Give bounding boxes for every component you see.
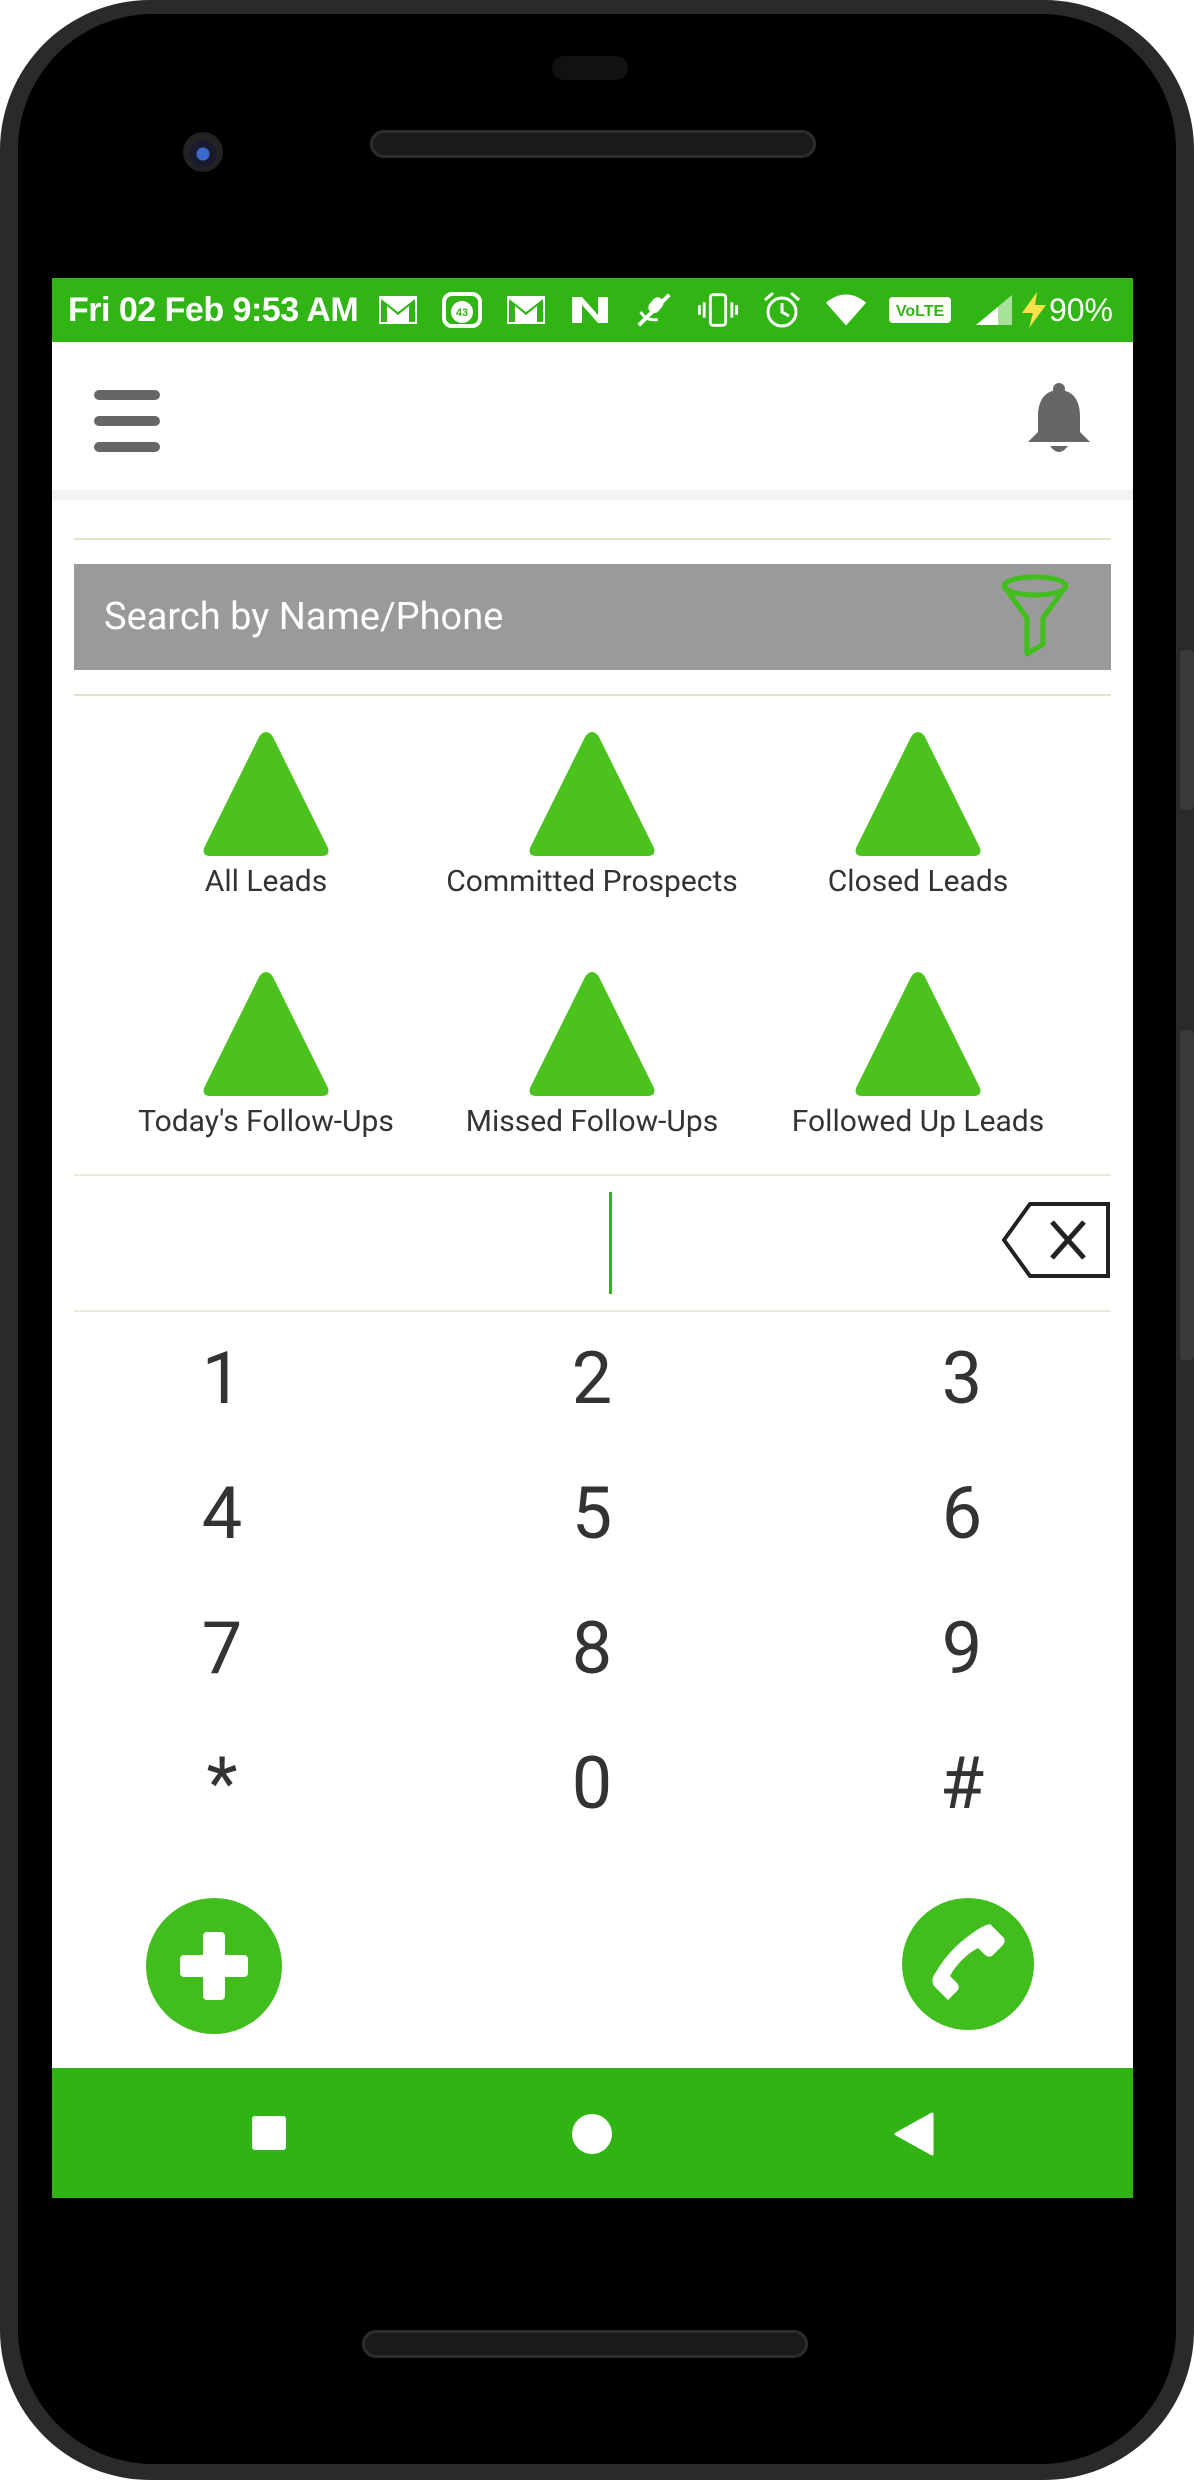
key-8[interactable]: 8 bbox=[482, 1588, 702, 1708]
battery-percent: 90% bbox=[1048, 291, 1113, 328]
phone-call-icon bbox=[932, 1924, 1006, 2000]
triangle-icon bbox=[529, 732, 655, 856]
triangle-icon bbox=[855, 972, 981, 1096]
badge-app-icon: 43 bbox=[441, 292, 483, 328]
dial-input-cursor[interactable] bbox=[609, 1192, 612, 1294]
sensor-slot bbox=[552, 56, 628, 80]
gmail-icon bbox=[377, 293, 419, 327]
wifi-icon bbox=[825, 293, 867, 327]
triangle-icon bbox=[203, 732, 329, 856]
app-bar-shadow bbox=[52, 490, 1133, 500]
key-5[interactable]: 5 bbox=[482, 1453, 702, 1573]
hamburger-menu-icon[interactable] bbox=[94, 390, 160, 452]
badge-count: 43 bbox=[456, 307, 468, 319]
back-triangle-icon[interactable] bbox=[894, 2112, 934, 2160]
category-label: Missed Follow-Ups bbox=[465, 1104, 719, 1139]
backspace-icon[interactable] bbox=[1000, 1200, 1112, 1280]
key-hash[interactable]: # bbox=[852, 1723, 1072, 1843]
category-label: All Leads bbox=[204, 864, 328, 899]
n-app-icon bbox=[569, 293, 611, 327]
phone-frame: Fri 02 Feb 9:53 AM 43 VoLTE 90% Search b… bbox=[0, 0, 1194, 2480]
search-bar bbox=[74, 564, 1111, 670]
plus-icon bbox=[180, 1932, 248, 2000]
category-label: Followed Up Leads bbox=[791, 1104, 1045, 1139]
key-star[interactable]: * bbox=[112, 1723, 332, 1843]
recents-square-icon[interactable] bbox=[250, 2114, 288, 2156]
category-closed-leads[interactable]: Closed Leads bbox=[748, 728, 1088, 899]
app-bar bbox=[52, 342, 1133, 490]
charging-icon bbox=[1021, 292, 1046, 328]
gmail-icon bbox=[505, 293, 547, 327]
category-followed-up-leads[interactable]: Followed Up Leads bbox=[748, 968, 1088, 1139]
category-committed-prospects[interactable]: Committed Prospects bbox=[422, 728, 762, 899]
divider bbox=[74, 1310, 1111, 1312]
triangle-icon bbox=[855, 732, 981, 856]
vibrate-icon bbox=[697, 293, 739, 327]
funnel-filter-icon[interactable] bbox=[1001, 574, 1069, 660]
key-3[interactable]: 3 bbox=[852, 1318, 1072, 1438]
key-9[interactable]: 9 bbox=[852, 1588, 1072, 1708]
volume-button bbox=[1180, 650, 1194, 810]
search-input[interactable] bbox=[102, 594, 986, 640]
status-icons: 43 VoLTE bbox=[377, 278, 1015, 342]
power-button bbox=[1180, 1030, 1194, 1360]
status-time: Fri 02 Feb 9:53 AM bbox=[68, 290, 359, 329]
status-bar: Fri 02 Feb 9:53 AM 43 VoLTE 90% bbox=[52, 278, 1133, 342]
bottom-speaker bbox=[362, 2330, 808, 2358]
key-6[interactable]: 6 bbox=[852, 1453, 1072, 1573]
add-lead-button[interactable] bbox=[146, 1898, 282, 2034]
top-speaker bbox=[370, 130, 816, 158]
battery-indicator: 90% bbox=[1019, 278, 1113, 342]
divider bbox=[74, 538, 1111, 540]
divider bbox=[74, 694, 1111, 696]
screen: Fri 02 Feb 9:53 AM 43 VoLTE 90% Search b… bbox=[52, 278, 1133, 2198]
system-nav-bar bbox=[52, 2068, 1133, 2198]
category-label: Closed Leads bbox=[827, 864, 1009, 899]
category-todays-follow-ups[interactable]: Today's Follow-Ups bbox=[96, 968, 436, 1139]
volte-icon: VoLTE bbox=[889, 293, 951, 327]
triangle-icon bbox=[203, 972, 329, 1096]
key-2[interactable]: 2 bbox=[482, 1318, 702, 1438]
dial-input-row bbox=[74, 1176, 1111, 1310]
key-4[interactable]: 4 bbox=[112, 1453, 332, 1573]
category-label: Committed Prospects bbox=[446, 864, 738, 899]
key-0[interactable]: 0 bbox=[482, 1723, 702, 1843]
key-7[interactable]: 7 bbox=[112, 1588, 332, 1708]
bell-icon[interactable] bbox=[1024, 382, 1094, 458]
front-camera bbox=[183, 132, 223, 172]
mic-off-icon bbox=[633, 293, 675, 327]
call-button[interactable] bbox=[902, 1898, 1034, 2030]
category-missed-follow-ups[interactable]: Missed Follow-Ups bbox=[422, 968, 762, 1139]
category-label: Today's Follow-Ups bbox=[138, 1104, 394, 1139]
key-1[interactable]: 1 bbox=[112, 1318, 332, 1438]
home-circle-icon[interactable] bbox=[570, 2112, 614, 2160]
volte-label: VoLTE bbox=[896, 303, 945, 320]
alarm-icon bbox=[761, 291, 803, 328]
triangle-icon bbox=[529, 972, 655, 1096]
category-all-leads[interactable]: All Leads bbox=[96, 728, 436, 899]
signal-icon bbox=[973, 293, 1015, 327]
